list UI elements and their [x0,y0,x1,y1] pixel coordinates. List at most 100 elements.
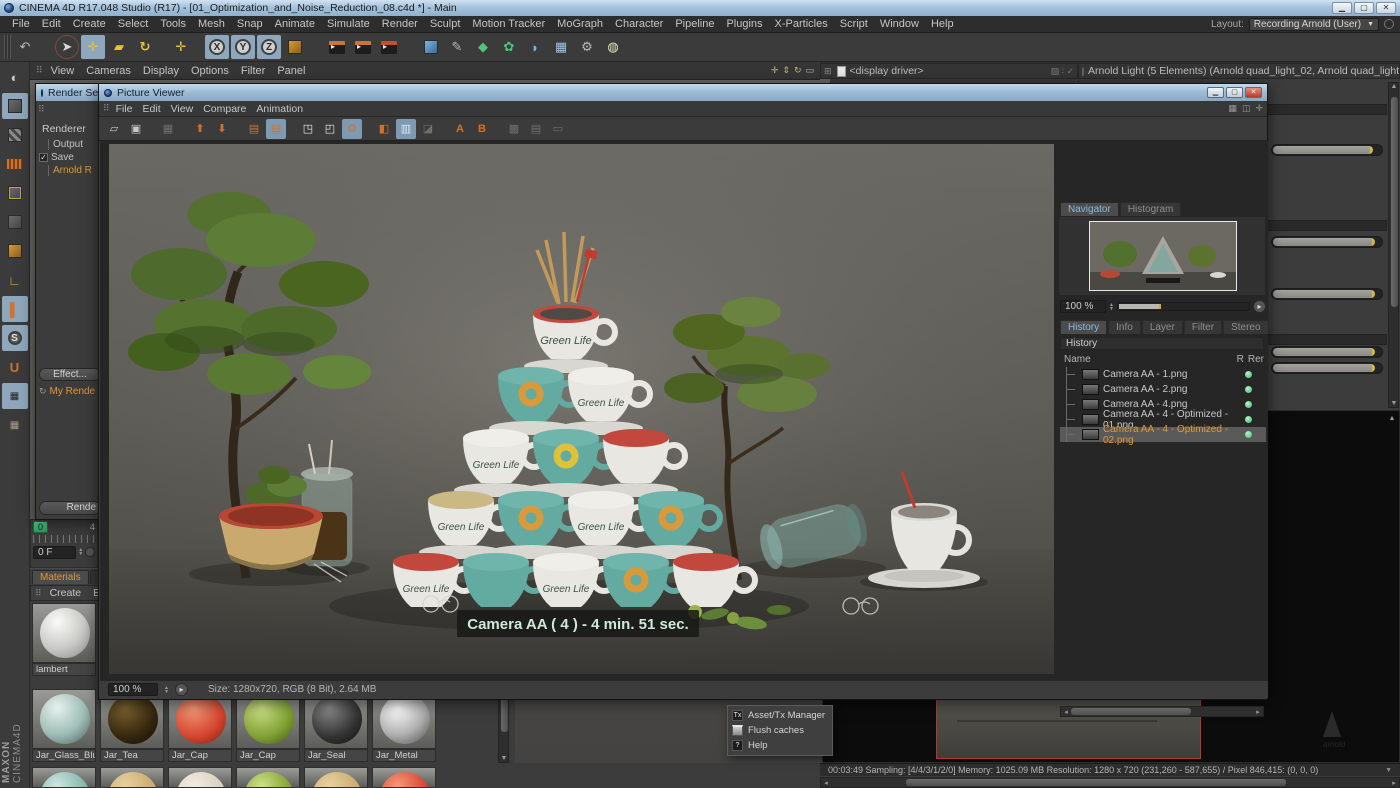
camera-icon[interactable]: ⚙ [575,35,599,59]
rs-tree-arnold[interactable]: Arnold R [48,165,102,176]
pv-menu-file[interactable]: File [111,103,138,115]
y-axis-lock-icon[interactable]: Y [231,35,255,59]
film-icon[interactable]: ▤ [526,119,546,139]
context-menu-item[interactable]: Tx Asset/Tx Manager [728,708,832,723]
material-thumbnail[interactable] [236,767,300,788]
render-button[interactable]: Rende [39,501,101,515]
menu-sculpt[interactable]: Sculpt [424,18,467,30]
my-render-setting[interactable]: My Rende [50,386,96,397]
tab-materials[interactable]: Materials [32,570,89,584]
tab-history[interactable]: History [1060,320,1107,334]
attributes-scrollbar[interactable]: ▲ ▼ [1388,82,1399,408]
attribute-slider[interactable] [1271,236,1383,248]
viewport-mouse-icon[interactable]: ▌ [2,296,28,322]
timeline-playhead[interactable]: 0 [33,521,48,533]
pv-panel-grid-icon[interactable]: ▦ [1228,103,1237,114]
deformer-icon[interactable]: ✿ [497,35,521,59]
layout-dropdown[interactable]: Recording Arnold (User)▼ [1249,18,1379,31]
rs-grip-icon[interactable]: ⠿ [38,104,102,115]
display-driver-item[interactable]: <display driver> [850,65,924,77]
tab-filter[interactable]: Filter [1184,320,1222,334]
menu-render[interactable]: Render [376,18,424,30]
viewport-menu-view[interactable]: View [46,65,80,77]
pv-play-button[interactable]: ▸ [175,683,188,696]
save-checkbox[interactable]: ✓ [39,153,48,162]
compare-add-icon[interactable]: ⬆ [190,119,210,139]
swap-ab-icon[interactable]: ▩ [504,119,524,139]
primitive-cube-icon[interactable] [419,35,443,59]
window-titlebar[interactable]: CINEMA 4D R17.048 Studio (R17) - [01_Opt… [0,0,1400,16]
polygons-mode-icon[interactable] [2,238,28,264]
history-log-icon[interactable]: ▤ [266,119,286,139]
tab-info[interactable]: Info [1108,320,1141,334]
last-tool-icon[interactable]: ✛ [169,35,193,59]
move-tool-icon[interactable]: ✛ [81,35,105,59]
material-thumbnail[interactable]: Jar_Glass_Blue [32,689,96,762]
rs-tree-output[interactable]: Output [48,139,102,150]
magnet-icon[interactable]: U [2,354,28,380]
environment-icon[interactable]: ◗ [523,35,547,59]
maximize-button[interactable]: ▢ [1354,2,1374,14]
close-button[interactable]: ✕ [1376,2,1396,14]
compare-remove-icon[interactable]: ⬇ [212,119,232,139]
set-b-icon[interactable]: B [472,119,492,139]
navigator-thumbnail[interactable] [1089,221,1237,291]
pv-panel-layout-icon[interactable]: ✛ [1255,103,1263,114]
fit-image-icon[interactable]: ◳ [298,119,318,139]
zoom-view-icon[interactable]: ⇕ [782,65,790,76]
menu-file[interactable]: File [6,18,36,30]
material-thumbnail[interactable] [372,767,436,788]
context-menu-item[interactable]: ? Help [728,738,832,753]
pan-view-icon[interactable]: ✛ [771,65,779,76]
live-selection-icon[interactable]: ➤ [55,35,79,59]
status-expand-icon[interactable]: ▼ [1385,767,1392,774]
minimize-button[interactable]: ▁ [1332,2,1352,14]
history-row[interactable]: Camera AA - 1.png [1060,367,1266,382]
attribute-slider[interactable] [1271,346,1383,358]
viewport-grip-icon[interactable]: ⠿ [36,65,44,76]
history-col-name[interactable]: Name [1064,354,1091,365]
fullframe-icon[interactable]: ▦ [158,119,178,139]
bottom-scrollbar[interactable]: ◂ ▸ [820,777,1400,788]
pv-maximize-button[interactable]: ▢ [1226,87,1243,98]
menu-xparticles[interactable]: X-Particles [769,18,834,30]
viewport-menu-filter[interactable]: Filter [236,65,270,77]
timeline-options-button[interactable] [85,547,95,557]
object-axis-icon[interactable]: ∟ [2,267,28,293]
menu-help[interactable]: Help [925,18,960,30]
pv-menu-edit[interactable]: Edit [138,103,166,115]
tab-stereo[interactable]: Stereo [1223,320,1268,334]
attribute-slider[interactable] [1271,288,1383,300]
render-window-scroll-up-icon[interactable]: ▲ [1387,415,1397,422]
compare-settings-icon[interactable]: ⚙ [342,119,362,139]
visibility-toggles[interactable]: ▨ ∶ ✓ [1051,66,1074,77]
light-icon[interactable]: ◍ [601,35,625,59]
grid-snap-icon[interactable]: ▦ [2,383,28,409]
viewport-menu-panel[interactable]: Panel [272,65,310,77]
snap-settings-icon[interactable]: S [2,325,28,351]
save-icon[interactable]: ▣ [126,119,146,139]
pv-menu-compare[interactable]: Compare [198,103,251,115]
history-col-r[interactable]: R [1237,354,1244,365]
layout-search-icon[interactable] [1384,19,1394,29]
pv-panel-float-icon[interactable]: ◫ [1242,103,1251,114]
menu-script[interactable]: Script [834,18,874,30]
navigator-zoom-field[interactable]: 100 % [1060,300,1106,313]
menu-mograph[interactable]: MoGraph [551,18,609,30]
menu-edit[interactable]: Edit [36,18,67,30]
x-axis-lock-icon[interactable]: X [205,35,229,59]
ab-horizontal-icon[interactable]: ▥ [396,119,416,139]
catalog-icon[interactable]: ▤ [244,119,264,139]
menu-motion-tracker[interactable]: Motion Tracker [466,18,551,30]
scale-tool-icon[interactable]: ▰ [107,35,131,59]
menu-simulate[interactable]: Simulate [321,18,376,30]
menu-plugins[interactable]: Plugins [720,18,768,30]
material-thumbnail[interactable] [32,767,96,788]
context-menu-item[interactable]: Flush caches [728,723,832,738]
set-a-icon[interactable]: A [450,119,470,139]
effect-button[interactable]: Effect... [39,368,101,381]
materials-menu-create[interactable]: Create [45,587,87,599]
points-mode-icon[interactable] [2,180,28,206]
pv-zoom-spinner[interactable]: ▲▼ [164,686,169,694]
material-thumbnail[interactable]: lambert [32,603,96,676]
